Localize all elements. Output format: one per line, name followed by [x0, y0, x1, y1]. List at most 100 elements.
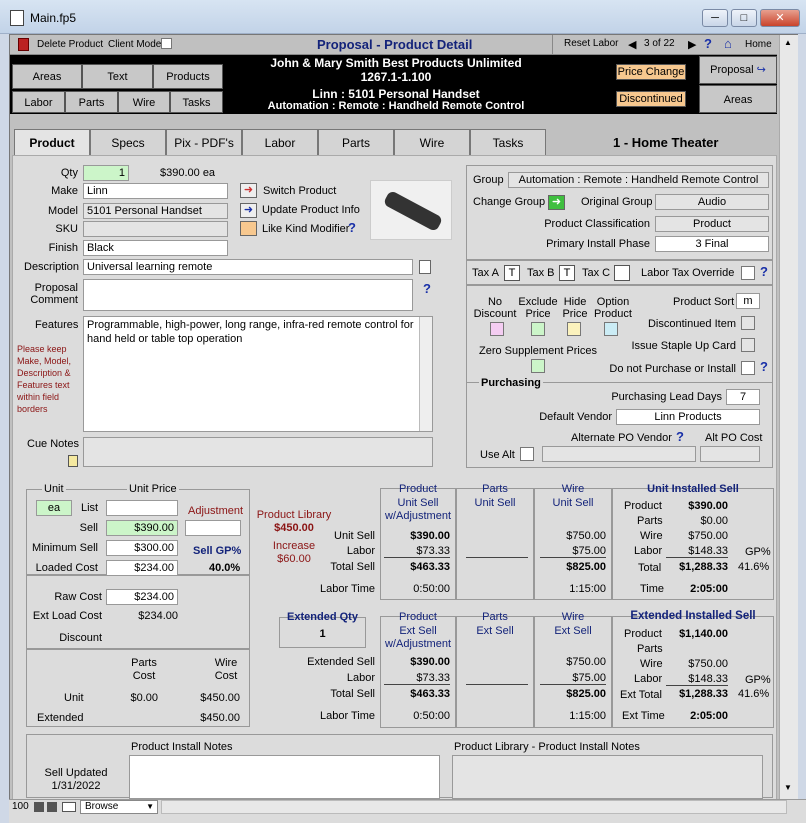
qty-field[interactable]: 1: [83, 165, 129, 181]
cue-notes-icon[interactable]: [68, 455, 78, 467]
change-group-button[interactable]: ➜: [548, 195, 565, 210]
like-kind-help-icon[interactable]: ?: [348, 220, 356, 235]
model-field[interactable]: 5101 Personal Handset: [83, 203, 228, 219]
tax-c-field[interactable]: [614, 265, 630, 281]
prev-record-icon[interactable]: ◀: [628, 38, 636, 51]
nav-parts-button[interactable]: Parts: [65, 91, 118, 113]
scroll-down-icon[interactable]: ▼: [784, 783, 792, 792]
default-vendor-field[interactable]: Linn Products: [616, 409, 760, 425]
next-record-icon[interactable]: ▶: [688, 38, 696, 51]
home-button[interactable]: Home: [745, 39, 772, 50]
use-alt-checkbox[interactable]: [520, 447, 534, 461]
adjustment-field[interactable]: [185, 520, 241, 536]
minimize-button[interactable]: ─: [702, 9, 728, 27]
finish-field[interactable]: Black: [83, 240, 228, 256]
zoom-level[interactable]: 100: [12, 801, 29, 812]
no-purchase-checkbox[interactable]: [741, 361, 755, 375]
tab-labor[interactable]: Labor: [242, 129, 318, 156]
nav-products-button[interactable]: Products: [153, 64, 223, 89]
help-icon[interactable]: ?: [704, 36, 712, 51]
exclude-price-checkbox[interactable]: [531, 322, 545, 336]
classification-field[interactable]: Product: [655, 216, 769, 232]
ext-product-sell: $390.00: [410, 656, 450, 668]
library-notes-field[interactable]: [452, 755, 763, 799]
update-info-button[interactable]: Update Product Info: [262, 204, 360, 216]
loaded-cost-field[interactable]: $234.00: [106, 560, 178, 576]
tab-tasks[interactable]: Tasks: [470, 129, 546, 156]
cue-notes-field[interactable]: [83, 437, 433, 467]
mode-select[interactable]: Browse ▼: [80, 800, 158, 814]
product-sort-field[interactable]: m: [736, 293, 760, 309]
layout-toggle-icon[interactable]: [62, 802, 76, 812]
features-label: Features: [35, 319, 79, 331]
zero-supplement-checkbox[interactable]: [531, 359, 545, 373]
horizontal-scrollbar[interactable]: [161, 800, 787, 814]
list-field[interactable]: [106, 500, 178, 516]
description-field[interactable]: Universal learning remote: [83, 259, 413, 275]
nav-labor-button[interactable]: Labor: [12, 91, 65, 113]
min-sell-field[interactable]: $300.00: [106, 540, 178, 556]
tab-product[interactable]: Product: [14, 129, 90, 158]
maximize-button[interactable]: □: [731, 9, 757, 27]
alt-vendor-field[interactable]: [542, 446, 696, 462]
zoom-in-icon[interactable]: [47, 802, 57, 812]
tax-help-icon[interactable]: ?: [760, 264, 768, 279]
comment-field[interactable]: [83, 279, 413, 311]
hide-price-checkbox[interactable]: [567, 322, 581, 336]
features-scrollbar[interactable]: [419, 317, 432, 431]
sku-field[interactable]: [83, 221, 228, 237]
ext-inst-total: $1,288.33: [679, 688, 728, 700]
tax-b-field[interactable]: T: [559, 265, 575, 281]
original-group-field[interactable]: Audio: [655, 194, 769, 210]
switch-product-icon[interactable]: ➜: [240, 183, 257, 198]
nav-tasks-button[interactable]: Tasks: [170, 91, 223, 113]
record-position: 3 of 22: [644, 38, 675, 49]
lead-days-field[interactable]: 7: [726, 389, 760, 405]
raw-cost-field[interactable]: $234.00: [106, 589, 178, 605]
make-field[interactable]: Linn: [83, 183, 228, 199]
unit-wire-time: 1:15:00: [569, 583, 606, 595]
tab-pix-pdfs[interactable]: Pix - PDF's: [166, 129, 242, 156]
vertical-scrollbar[interactable]: ▲ ▼: [779, 35, 798, 799]
nav-text-button[interactable]: Text: [82, 64, 153, 89]
proposal-button[interactable]: Proposal ↪: [699, 56, 777, 84]
nav-areas-button[interactable]: Areas: [12, 64, 82, 89]
scroll-up-icon[interactable]: ▲: [784, 38, 792, 47]
install-phase-field[interactable]: 3 Final: [655, 236, 769, 252]
reset-labor-button[interactable]: Reset Labor: [564, 38, 618, 49]
install-notes-field[interactable]: [129, 755, 440, 799]
window-title: Main.fp5: [30, 11, 77, 25]
features-field[interactable]: Programmable, high-power, long range, in…: [83, 316, 433, 432]
zoom-out-icon[interactable]: [34, 802, 44, 812]
alt-vendor-help-icon[interactable]: ?: [676, 429, 684, 444]
unit-field[interactable]: ea: [36, 500, 72, 516]
group-field[interactable]: Automation : Remote : Handheld Remote Co…: [508, 172, 769, 188]
unit-product-labor: $73.33: [384, 545, 450, 558]
comment-help-icon[interactable]: ?: [423, 281, 431, 296]
switch-product-button[interactable]: Switch Product: [263, 185, 336, 197]
nav-wire-button[interactable]: Wire: [118, 91, 170, 113]
alt-cost-field[interactable]: [700, 446, 760, 462]
option-product-checkbox[interactable]: [604, 322, 618, 336]
tax-a-field[interactable]: T: [504, 265, 520, 281]
like-kind-swatch[interactable]: [240, 221, 257, 236]
ext-inst-label-labor: Labor: [634, 673, 663, 685]
client-mode-checkbox[interactable]: [161, 38, 172, 49]
trash-icon[interactable]: [18, 38, 29, 51]
staple-card-checkbox[interactable]: [741, 338, 755, 352]
close-button[interactable]: ✕: [760, 9, 800, 27]
delete-product-button[interactable]: Delete Product: [37, 39, 103, 50]
sell-field[interactable]: $390.00: [106, 520, 178, 536]
no-discount-checkbox[interactable]: [490, 322, 504, 336]
price-change-badge: Price Change: [616, 64, 686, 80]
areas-button[interactable]: Areas: [699, 85, 777, 113]
tab-specs[interactable]: Specs: [90, 129, 166, 156]
home-icon[interactable]: ⌂: [724, 36, 732, 51]
no-purchase-help-icon[interactable]: ?: [760, 359, 768, 374]
labor-tax-override-checkbox[interactable]: [741, 266, 755, 280]
discontinued-item-checkbox[interactable]: [741, 316, 755, 330]
description-lookup-icon[interactable]: [419, 260, 431, 274]
update-info-icon[interactable]: ➜: [240, 203, 257, 218]
tab-wire[interactable]: Wire: [394, 129, 470, 156]
tab-parts[interactable]: Parts: [318, 129, 394, 156]
